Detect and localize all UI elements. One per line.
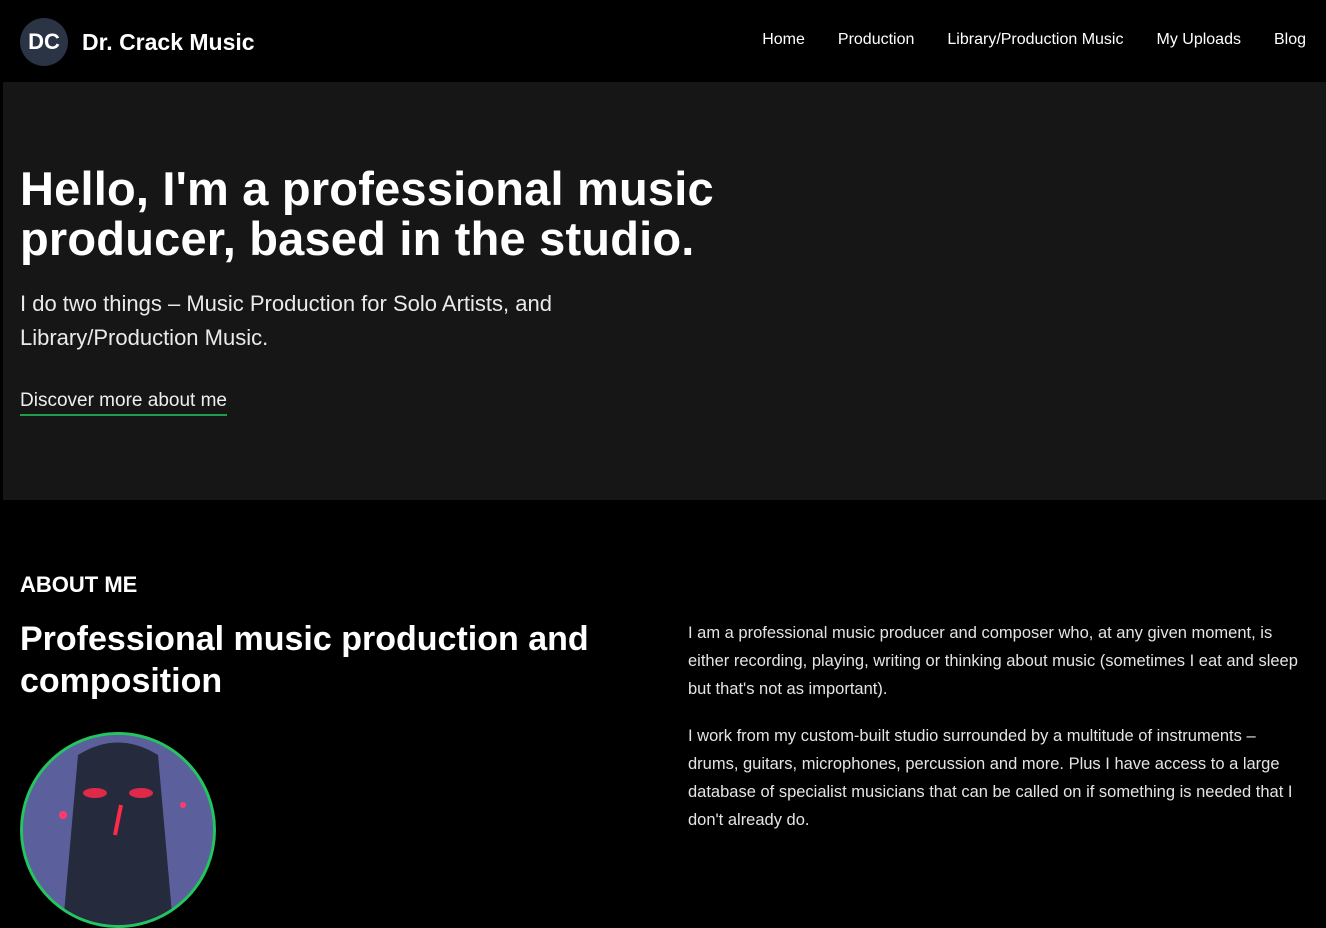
hero-title: Hello, I'm a professional music producer… [20, 162, 714, 265]
portrait-image [23, 735, 213, 925]
nav-library-production-music[interactable]: Library/Production Music [947, 31, 1123, 49]
avatar [20, 732, 216, 928]
nav-home[interactable]: Home [762, 31, 805, 49]
about-kicker: ABOUT ME [20, 572, 138, 597]
about-paragraph: I am a professional music producer and c… [688, 624, 1298, 698]
discover-more-link[interactable]: Discover more about me [20, 390, 227, 416]
nav-blog[interactable]: Blog [1274, 31, 1306, 49]
hero-subtitle: I do two things – Music Production for S… [20, 291, 552, 350]
site-name: Dr. Crack Music [82, 28, 255, 55]
site-logo[interactable]: DC Dr. Crack Music [20, 18, 255, 66]
navbar: DC Dr. Crack Music Home Production Libra… [0, 0, 1326, 82]
about-title: Professional music production and compos… [20, 620, 589, 700]
nav-my-uploads[interactable]: My Uploads [1156, 31, 1240, 49]
hero-section: Hello, I'm a professional music producer… [3, 82, 1326, 500]
about-text: I am a professional music producer and c… [688, 619, 1308, 853]
logo-badge: DC [20, 18, 68, 66]
about-paragraph: I work from my custom-built studio surro… [688, 727, 1293, 829]
nav-production[interactable]: Production [838, 31, 915, 49]
main-menu: Home Production Library/Production Music… [762, 31, 1306, 49]
